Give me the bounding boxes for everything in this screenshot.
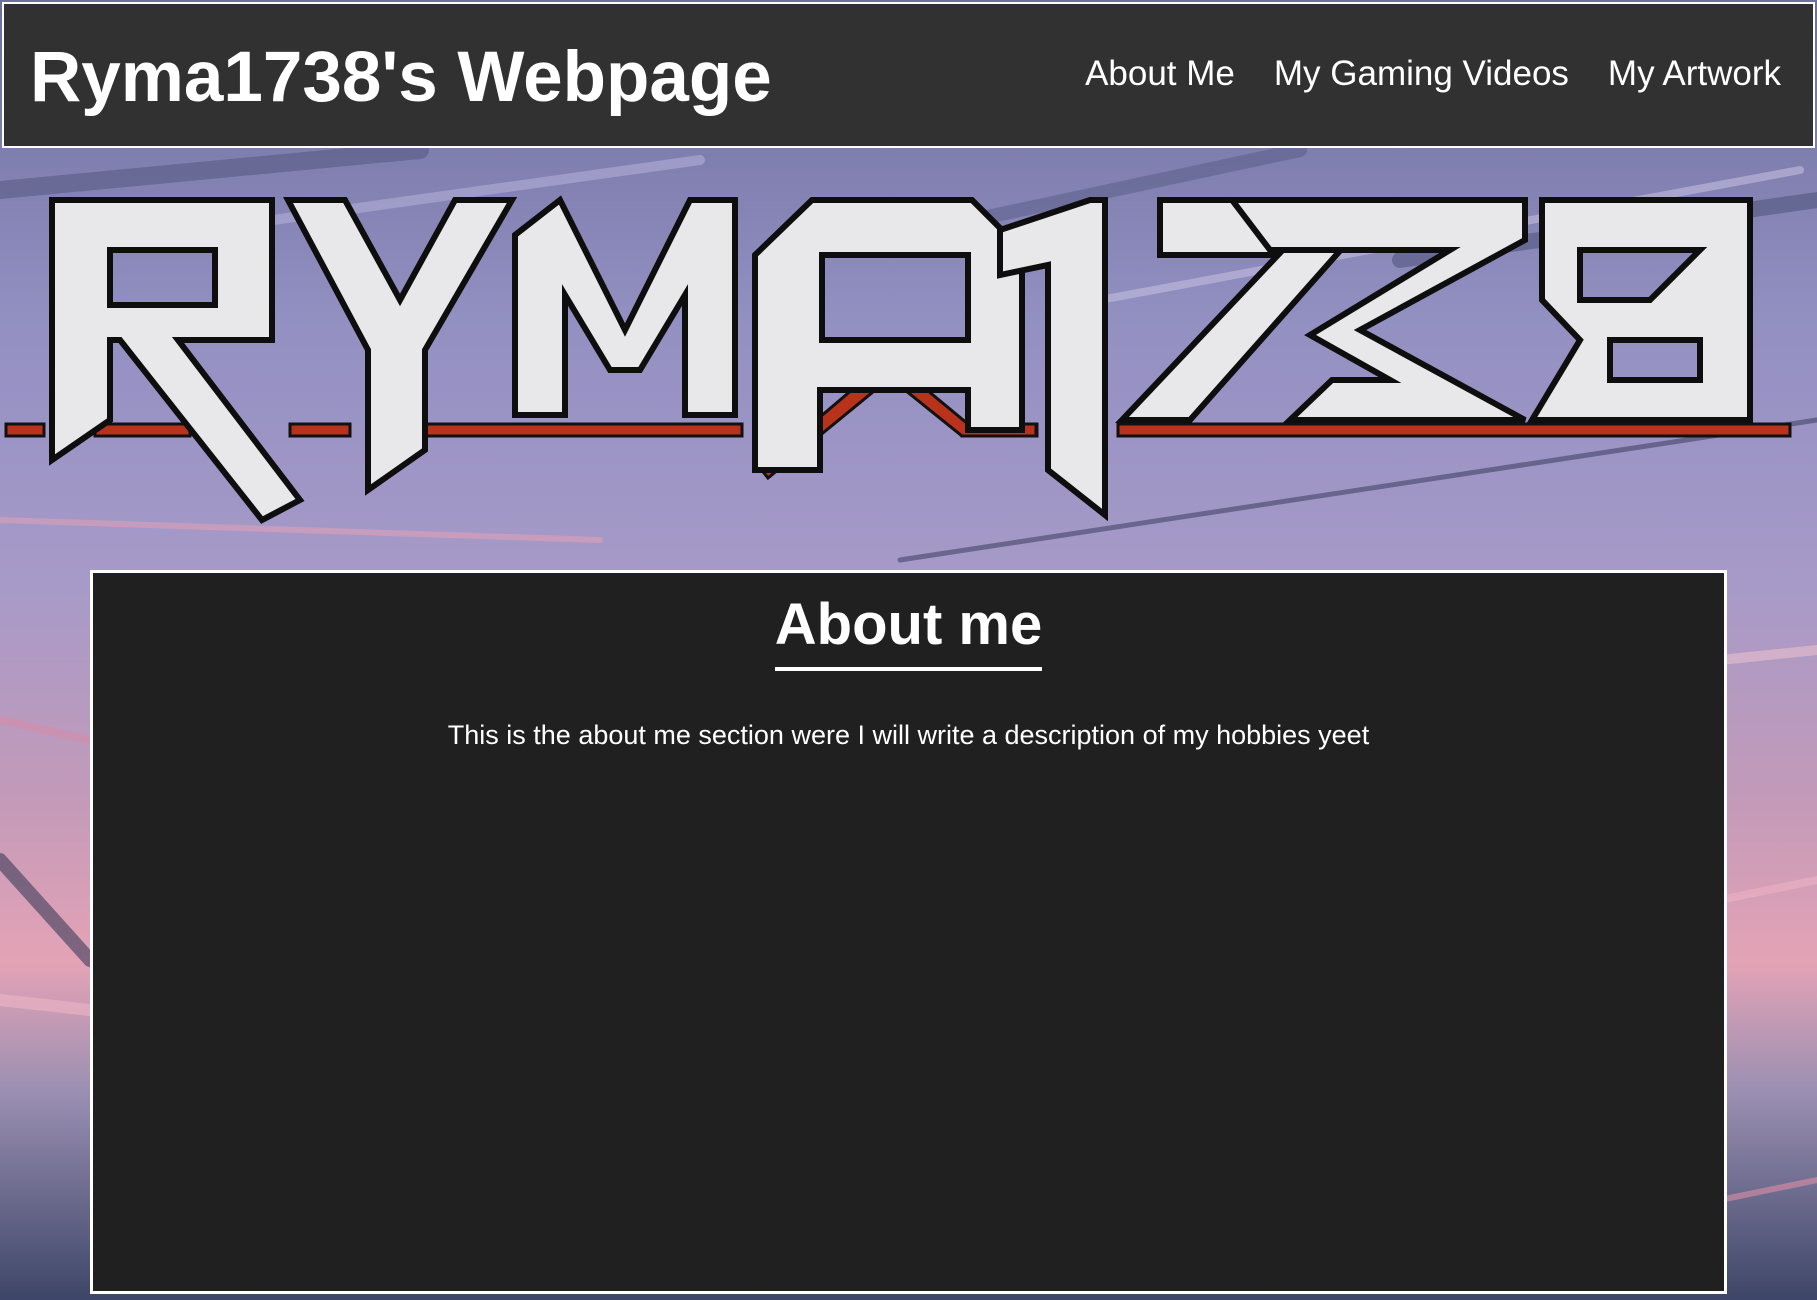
nav-link-about-me[interactable]: About Me xyxy=(1085,53,1235,95)
site-title: Ryma1738's Webpage xyxy=(30,38,772,117)
about-description: This is the about me section were I will… xyxy=(447,720,1370,750)
about-heading-wrap: About me xyxy=(93,593,1724,671)
about-section: About me This is the about me section we… xyxy=(90,570,1727,1294)
banner-logo xyxy=(4,195,1792,524)
nav-link-artwork[interactable]: My Artwork xyxy=(1608,53,1781,95)
nav-link-gaming-videos[interactable]: My Gaming Videos xyxy=(1274,53,1569,95)
site-header: Ryma1738's Webpage About Me My Gaming Vi… xyxy=(2,2,1815,148)
main-nav: About Me My Gaming Videos My Artwork xyxy=(1085,53,1781,95)
about-heading: About me xyxy=(774,593,1043,671)
